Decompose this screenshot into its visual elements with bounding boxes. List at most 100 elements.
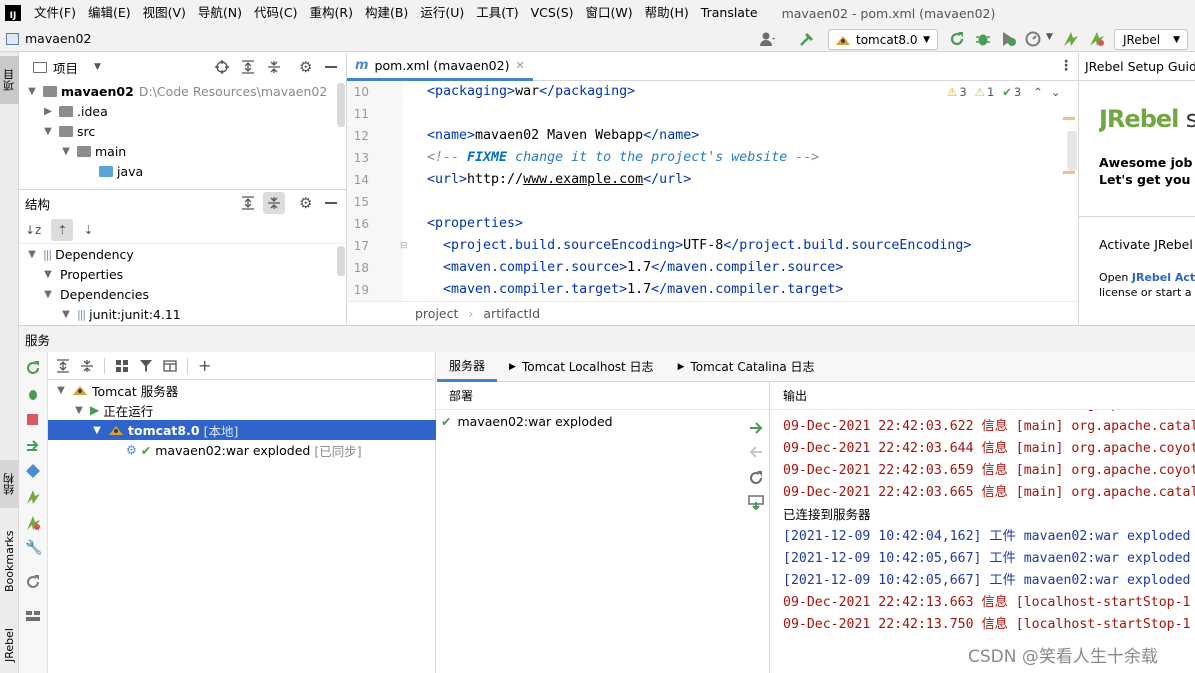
collapse-all-icon[interactable]: [80, 359, 94, 373]
output-console[interactable]: 09-Dec-2021 22:42:03.622 信息 [main] org.a…: [771, 397, 1195, 673]
jrebel-debug-icon[interactable]: [1088, 30, 1106, 48]
gear-icon[interactable]: ⚙: [299, 58, 312, 76]
struct-item-properties[interactable]: ▼ Properties: [19, 264, 346, 284]
show-inherited-icon[interactable]: ⇡: [51, 219, 74, 241]
more-run-chevron-icon[interactable]: ▼: [1046, 32, 1053, 42]
tab-tomcat-catalina-log[interactable]: ▶ Tomcat Catalina 日志: [666, 352, 827, 382]
deploy-arrow-icon[interactable]: [748, 420, 764, 436]
menu-view[interactable]: 视图(V): [137, 0, 192, 26]
menu-refactor[interactable]: 重构(R): [304, 0, 359, 26]
close-icon[interactable]: ✕: [515, 59, 524, 72]
jrebel-activation-link[interactable]: JRebel Activ: [1132, 271, 1195, 284]
project-panel-title[interactable]: 项目: [53, 58, 78, 77]
jrebel-run-icon[interactable]: [25, 489, 41, 505]
debug-bug-icon[interactable]: [974, 30, 992, 48]
project-scrollbar[interactable]: [337, 83, 345, 127]
menu-window[interactable]: 窗口(W): [580, 0, 639, 26]
project-tool-tab[interactable]: 项目: [0, 56, 19, 104]
tab-label: Tomcat Localhost 日志: [521, 360, 654, 374]
add-service-icon[interactable]: +: [198, 357, 211, 374]
breadcrumb-project[interactable]: project: [415, 306, 458, 321]
tree-item-src[interactable]: ▼ src: [19, 121, 346, 141]
user-icon[interactable]: [758, 30, 776, 48]
minimize-icon[interactable]: [325, 66, 337, 68]
structure-scrollbar[interactable]: [337, 246, 345, 276]
jrebel-run-icon[interactable]: [1062, 30, 1080, 48]
jrebel-debug-icon[interactable]: [25, 515, 41, 531]
menu-tools[interactable]: 工具(T): [470, 0, 524, 26]
build-hammer-icon[interactable]: [798, 30, 816, 48]
chevron-down-icon[interactable]: ▼: [94, 62, 101, 72]
stop-icon[interactable]: [27, 414, 38, 425]
menu-vcs[interactable]: VCS(S): [525, 0, 580, 26]
deploy-icon[interactable]: [25, 437, 41, 453]
locate-target-icon[interactable]: [215, 60, 229, 74]
expand-all-icon[interactable]: [241, 60, 255, 74]
structure-tool-tab[interactable]: 结构: [0, 460, 19, 508]
tree-item-main[interactable]: ▼ main: [19, 141, 346, 161]
deploy-item[interactable]: ✔ mavaen02:war exploded: [437, 410, 769, 432]
tree-item-running[interactable]: ▼ ▶ 正在运行: [72, 400, 153, 420]
struct-item-junit[interactable]: ▼ ||| junit:junit:4.11: [19, 304, 346, 324]
menu-navigate[interactable]: 导航(N): [192, 0, 248, 26]
filter-icon[interactable]: [139, 359, 153, 373]
menu-build[interactable]: 构建(B): [359, 0, 414, 26]
bookmarks-tool-tab[interactable]: Bookmarks: [0, 518, 19, 604]
editor-scrollbar[interactable]: [1067, 131, 1077, 171]
jrebel-tool-tab[interactable]: JRebel: [0, 618, 19, 673]
update-diamond-icon[interactable]: [25, 463, 41, 479]
menu-code[interactable]: 代码(C): [248, 0, 303, 26]
wrench-icon[interactable]: 🔧: [25, 540, 42, 556]
sort-alpha-icon[interactable]: ↓z: [25, 223, 41, 237]
struct-item-dependency[interactable]: ▼ ||| Dependency: [19, 244, 346, 264]
breadcrumb-artifactid[interactable]: artifactId: [483, 306, 540, 321]
coverage-icon[interactable]: [1000, 30, 1018, 48]
tree-item-artifact[interactable]: ⚙ ✔ mavaen02:war exploded [已同步]: [126, 440, 362, 460]
tree-item-java[interactable]: java: [19, 161, 346, 181]
menu-file[interactable]: 文件(F): [28, 0, 82, 26]
layout-icon[interactable]: [25, 608, 41, 624]
inspection-widget[interactable]: ⚠ 3 ⚠ 1 ✔ 3 ⌃ ⌄: [947, 85, 1061, 99]
tab-tomcat-localhost-log[interactable]: ▶ Tomcat Localhost 日志: [497, 352, 666, 382]
debug-icon[interactable]: [25, 386, 41, 402]
gear-icon[interactable]: ⚙: [299, 194, 312, 212]
menu-translate[interactable]: Translate: [695, 0, 764, 26]
undeploy-icon[interactable]: [748, 444, 764, 460]
chevron-up-icon[interactable]: ⌃: [1033, 85, 1043, 99]
run-config-select[interactable]: tomcat8.0 ▼: [828, 29, 938, 50]
editor-tab-pom[interactable]: m pom.xml (mavaen02) ✕: [347, 53, 533, 81]
expand-all-icon[interactable]: [56, 358, 70, 373]
collapse-all-icon[interactable]: [267, 60, 281, 74]
tree-item-idea[interactable]: ▶ .idea: [19, 101, 346, 121]
code-area[interactable]: <packaging>war</packaging> <name>mavaen0…: [347, 81, 1078, 301]
group-by-icon[interactable]: [115, 359, 129, 373]
jrebel-select[interactable]: JRebel ▼: [1114, 29, 1188, 50]
marker-stripe[interactable]: [1063, 117, 1075, 120]
log-icon: ▶: [677, 361, 685, 372]
rerun-gray-icon[interactable]: [25, 574, 41, 590]
tab-server[interactable]: 服务器: [437, 352, 498, 382]
deploy-all-icon[interactable]: [748, 494, 764, 510]
show-fields-icon[interactable]: ⇣: [83, 223, 93, 237]
collapse-all-icon[interactable]: [267, 196, 281, 210]
menu-help[interactable]: 帮助(H): [639, 0, 695, 26]
redeploy-icon[interactable]: [748, 470, 764, 486]
minimize-icon[interactable]: [325, 202, 337, 204]
tree-item-tomcat-server[interactable]: ▼ Tomcat 服务器: [54, 380, 178, 400]
new-tab-icon[interactable]: [163, 359, 177, 373]
rerun-icon[interactable]: [948, 30, 966, 48]
menu-run[interactable]: 运行(U): [414, 0, 470, 26]
more-tabs-icon[interactable]: ⋮: [1059, 58, 1073, 74]
project-breadcrumb[interactable]: mavaen02: [6, 31, 91, 46]
expand-all-icon[interactable]: [241, 196, 255, 210]
refresh-icon[interactable]: [25, 360, 41, 376]
log-line: 09-Dec-2021 22:42:13.750 信息 [localhost-s…: [783, 617, 1191, 632]
profile-icon[interactable]: [1024, 30, 1042, 48]
marker-stripe[interactable]: [1063, 171, 1075, 174]
menu-edit[interactable]: 编辑(E): [82, 0, 137, 26]
struct-item-dependencies[interactable]: ▼ Dependencies: [19, 284, 346, 304]
jrebel-pane-title[interactable]: JRebel Setup Guide: [1079, 53, 1195, 81]
tree-item-tomcat8-selected[interactable]: ▼ tomcat8.0 [本地]: [48, 420, 436, 440]
tree-item-root[interactable]: ▼ mavaen02 D:\Code Resources\mavaen02: [19, 81, 346, 101]
chevron-down-icon[interactable]: ⌄: [1051, 85, 1061, 99]
